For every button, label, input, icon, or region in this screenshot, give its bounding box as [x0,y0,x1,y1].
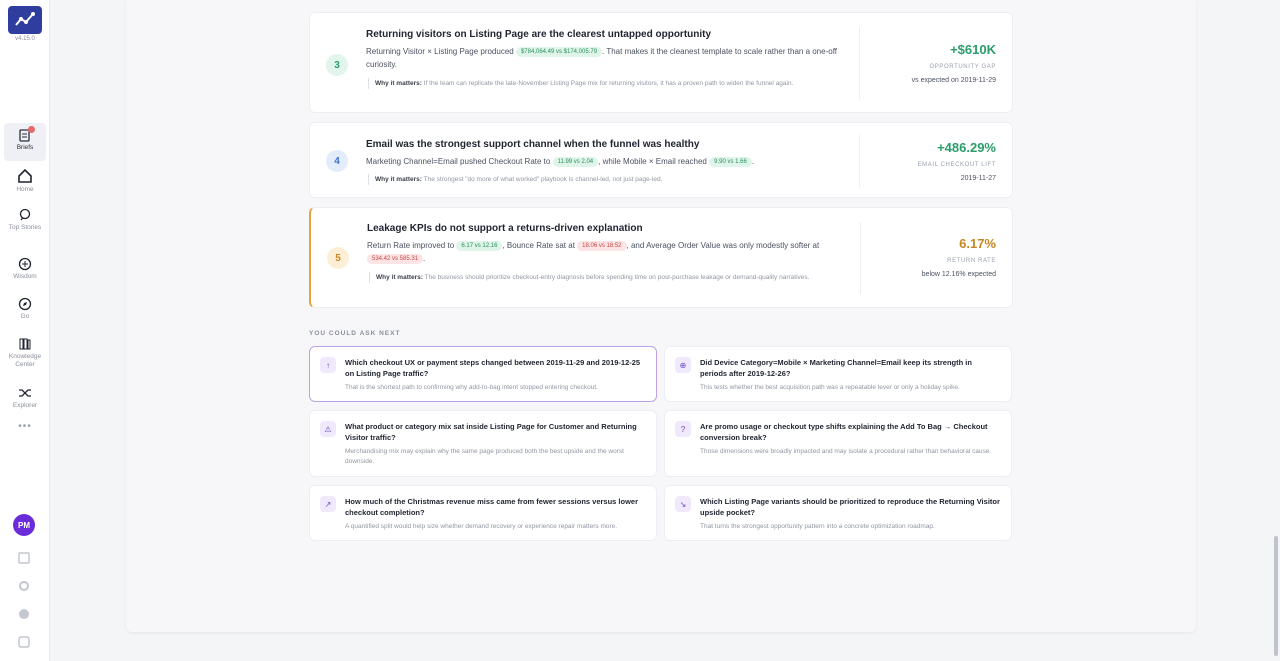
home-icon [18,168,32,183]
finding-metric: +486.29% EMAIL CHECKOUT LIFT 2019-11-27 [856,140,996,182]
metric-value: 6.17% [959,236,996,251]
metric-label: RETURN RATE [947,258,996,264]
question-title: Which checkout UX or payment steps chang… [345,358,641,378]
finding-metric: 6.17% RETURN RATE below 12.16% expected [856,236,996,278]
question-sub: That turns the strongest opportunity pat… [700,523,935,530]
finding-card: 4 Email was the strongest support channe… [309,122,1013,198]
metric-label: OPPORTUNITY GAP [929,64,996,70]
target-icon: ⊕ [675,357,691,373]
suggested-question[interactable]: ↘ Which Listing Page variants should be … [664,485,1012,541]
why-it-matters: Why it matters: The strongest "do more o… [368,174,838,185]
ask-next-heading: YOU COULD ASK NEXT [309,330,401,337]
why-it-matters: Why it matters: If the team can replicat… [368,78,838,89]
question-title: Are promo usage or checkout type shifts … [700,422,988,442]
question-sub: This tests whether the best acquisition … [700,384,960,391]
more-icon[interactable]: ••• [0,421,50,432]
notification-badge [28,126,35,133]
metric-value: +$610K [950,42,996,57]
logo-icon [15,12,35,26]
nav-wisdom[interactable]: Wisdom [4,257,46,281]
question-sub: That is the shortest path to confirming … [345,384,598,391]
finding-number: 4 [326,150,348,172]
arrow-up-icon: ↑ [320,357,336,373]
value-pill: 18.06 vs 18.52 [577,240,627,251]
why-it-matters: Why it matters: The business should prio… [369,272,839,283]
nav-label: Knowledge Center [8,353,42,368]
suggested-question[interactable]: ⚠ What product or category mix sat insid… [309,410,657,477]
question-title: Which Listing Page variants should be pr… [700,497,1000,517]
scrollbar[interactable] [1274,536,1278,656]
nav-go[interactable]: Go [4,297,46,321]
trend-down-icon: ↘ [675,496,691,512]
nav-explorer[interactable]: Explorer [4,386,46,410]
finding-title: Returning visitors on Listing Page are t… [366,29,712,40]
question-sub: Those dimensions were broadly impacted a… [700,448,992,455]
knowledge-center-icon [19,338,31,350]
gear-icon[interactable] [17,579,31,593]
nav-label: Top Stories [8,224,42,231]
question-sub: A quantified split would help size wheth… [345,523,618,530]
nav-label: Briefs [16,144,34,151]
suggested-question[interactable]: ⊕ Did Device Category=Mobile × Marketing… [664,346,1012,402]
value-pill: $784,064.49 vs $174,005.79 [515,46,603,57]
app-logo[interactable] [8,6,42,34]
help-icon[interactable] [17,607,31,621]
value-pill: 534.42 vs 585.31 [367,253,424,264]
finding-card: 3 Returning visitors on Listing Page are… [309,12,1013,113]
finding-card: 5 Leakage KPIs do not support a returns-… [309,207,1013,308]
top-stories-icon [19,208,31,221]
value-pill: 11.99 vs 2.04 [552,156,599,167]
finding-metric: +$610K OPPORTUNITY GAP vs expected on 20… [856,42,996,84]
question-title: What product or category mix sat inside … [345,422,637,442]
nav-label: Explorer [12,402,38,409]
compass-icon [18,297,32,311]
shuffle-icon [19,389,31,397]
finding-body: Marketing Channel=Email pushed Checkout … [366,156,755,167]
nav-home[interactable]: Home [4,168,46,194]
metric-label: EMAIL CHECKOUT LIFT [917,162,996,168]
finding-title: Email was the strongest support channel … [366,139,700,150]
question-icon: ? [675,421,691,437]
question-title: Did Device Category=Mobile × Marketing C… [700,358,972,378]
nav-label: Wisdom [13,273,37,280]
metric-sub: 2019-11-27 [960,175,996,182]
finding-body: Return Rate improved to 6.17 vs 12.16, B… [367,240,820,264]
value-pill: 9.90 vs 1.66 [709,156,752,167]
metric-value: +486.29% [937,140,996,155]
metric-sub: below 12.16% expected [921,271,996,278]
nav-knowledge-center[interactable]: Knowledge Center [4,337,46,369]
sidebar: v4.15.0 Briefs Home Top Stories Wisdom G… [0,0,50,661]
trend-up-icon: ↗ [320,496,336,512]
suggested-question[interactable]: ? Are promo usage or checkout type shift… [664,410,1012,477]
wisdom-icon [18,257,32,271]
avatar[interactable]: PM [13,514,35,536]
nav-briefs[interactable]: Briefs [4,123,46,161]
finding-number: 5 [327,247,349,269]
metric-sub: vs expected on 2019-11-29 [911,77,996,84]
nav-label: Home [16,186,34,193]
warning-icon: ⚠ [320,421,336,437]
suggested-question[interactable]: ↑ Which checkout UX or payment steps cha… [309,346,657,402]
value-pill: 6.17 vs 12.16 [456,240,503,251]
question-title: How much of the Christmas revenue miss c… [345,497,639,517]
suggested-question[interactable]: ↗ How much of the Christmas revenue miss… [309,485,657,541]
expand-icon[interactable] [17,635,31,649]
finding-body: Returning Visitor × Listing Page produce… [366,46,837,69]
finding-title: Leakage KPIs do not support a returns-dr… [367,223,643,234]
nav-top-stories[interactable]: Top Stories [4,208,46,232]
documents-icon[interactable] [17,551,31,565]
finding-number: 3 [326,54,348,76]
question-sub: Merchandising mix may explain why the sa… [345,448,624,465]
app-version: v4.15.0 [15,36,35,42]
nav-label: Go [20,313,30,320]
